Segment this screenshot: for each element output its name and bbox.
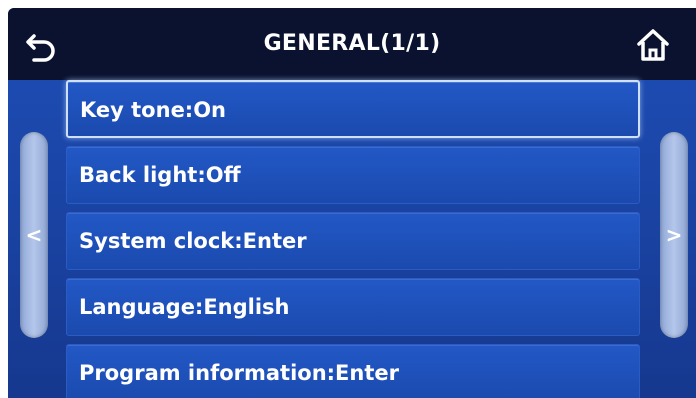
home-button[interactable] [632, 24, 674, 66]
menu-item-key-tone[interactable]: Key tone:On [66, 80, 640, 138]
menu-item-label: System clock:Enter [79, 229, 307, 253]
menu-item-label: Language:English [79, 295, 290, 319]
settings-menu: Key tone:On Back light:Off System clock:… [66, 80, 644, 398]
menu-item-program-information[interactable]: Program information:Enter [66, 344, 640, 398]
device-screen: GENERAL(1/1) < > Key tone:On Back light:… [0, 0, 696, 398]
chevron-right-icon: > [665, 223, 683, 247]
menu-item-label: Program information:Enter [79, 361, 399, 385]
next-page-button[interactable]: > [660, 132, 688, 338]
menu-item-language[interactable]: Language:English [66, 278, 640, 336]
header-bar: GENERAL(1/1) [8, 8, 696, 80]
menu-item-label: Back light:Off [79, 163, 241, 187]
home-icon [637, 29, 669, 61]
menu-item-system-clock[interactable]: System clock:Enter [66, 212, 640, 270]
menu-item-label: Key tone:On [80, 98, 227, 122]
previous-page-button[interactable]: < [20, 132, 48, 338]
page-title: GENERAL(1/1) [263, 31, 441, 56]
general-settings-panel: GENERAL(1/1) < > Key tone:On Back light:… [8, 8, 696, 398]
chevron-left-icon: < [25, 223, 43, 247]
menu-item-back-light[interactable]: Back light:Off [66, 146, 640, 204]
